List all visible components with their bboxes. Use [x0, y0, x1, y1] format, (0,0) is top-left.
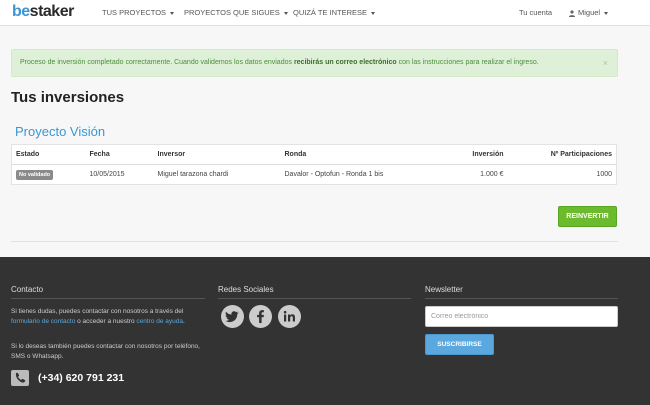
col-inversor: Inversor: [153, 144, 281, 165]
subscribe-button[interactable]: SUSCRIBIRSE: [425, 334, 494, 355]
cell-inversor: Miguel tarazona chardi: [157, 171, 229, 178]
cell-participaciones: 1000: [596, 171, 612, 178]
nav-quiza-te-interese[interactable]: QUIZÁ TE INTERESE: [293, 0, 376, 26]
success-alert: Proceso de inversión completado correcta…: [11, 49, 618, 77]
nav-tus-proyectos[interactable]: TUS PROYECTOS: [102, 0, 175, 26]
reinvest-button[interactable]: REINVERTIR: [558, 206, 617, 227]
cell-inversion: 1.000 €: [480, 171, 504, 178]
footer-social-heading: Redes Sociales: [218, 285, 274, 294]
status-badge: No validado: [16, 169, 54, 180]
nav-user-menu[interactable]: Miguel: [569, 0, 609, 26]
nav-tu-cuenta[interactable]: Tu cuenta: [519, 0, 552, 26]
twitter-icon[interactable]: [221, 305, 244, 328]
col-inversion: Inversión: [420, 144, 508, 165]
contact-phone[interactable]: (+34) 620 791 231: [38, 371, 124, 385]
help-center-link[interactable]: centro de ayuda: [136, 318, 183, 325]
top-navbar: bestaker TUS PROYECTOS PROYECTOS QUE SIG…: [0, 0, 650, 26]
contact-form-link[interactable]: formulario de contacto: [11, 318, 75, 325]
footer-social-rule: [218, 298, 411, 299]
section-divider: [11, 241, 618, 242]
footer: Contacto Si tienes dudas, puedes contact…: [0, 257, 650, 405]
cell-ronda: Davalor - Optofun - Ronda 1 bis: [284, 171, 384, 178]
cell-estado: No validado: [12, 165, 86, 185]
footer-contact-rule: [11, 298, 205, 299]
bestaker-logo[interactable]: bestaker: [12, 2, 74, 22]
caret-down-icon: [604, 11, 609, 15]
caret-down-icon: [371, 11, 376, 15]
footer-newsletter-heading: Newsletter: [425, 285, 463, 294]
caret-down-icon: [283, 11, 288, 15]
investments-table: Estado Fecha Inversor Ronda Inversión Nº…: [11, 144, 617, 185]
col-fecha: Fecha: [85, 144, 154, 165]
footer-contact-text-2: Si lo deseas también puedes contactar co…: [11, 343, 200, 360]
close-icon[interactable]: ×: [603, 50, 608, 76]
table-header-row: Estado Fecha Inversor Ronda Inversión Nº…: [11, 144, 617, 165]
col-estado: Estado: [11, 144, 86, 165]
phone-icon: [11, 370, 29, 386]
nav-proyectos-que-sigues[interactable]: PROYECTOS QUE SIGUES: [184, 0, 288, 26]
cell-fecha: 10/05/2015: [89, 171, 125, 178]
page-title: Tus inversiones: [11, 89, 125, 106]
newsletter-email-input[interactable]: [425, 306, 618, 327]
facebook-icon[interactable]: [249, 305, 272, 328]
footer-contact-heading: Contacto: [11, 285, 44, 294]
project-title[interactable]: Proyecto Visión: [15, 123, 105, 141]
col-ronda: Ronda: [280, 144, 421, 165]
caret-down-icon: [170, 11, 175, 15]
footer-contact-text: Si tienes dudas, puedes contactar con no…: [11, 308, 185, 325]
user-icon: [569, 9, 575, 17]
table-row: No validado 10/05/2015 Miguel tarazona c…: [12, 165, 617, 185]
col-participaciones: Nº Participaciones: [507, 144, 617, 165]
footer-newsletter-rule: [425, 298, 618, 299]
linkedin-icon[interactable]: [278, 305, 301, 328]
